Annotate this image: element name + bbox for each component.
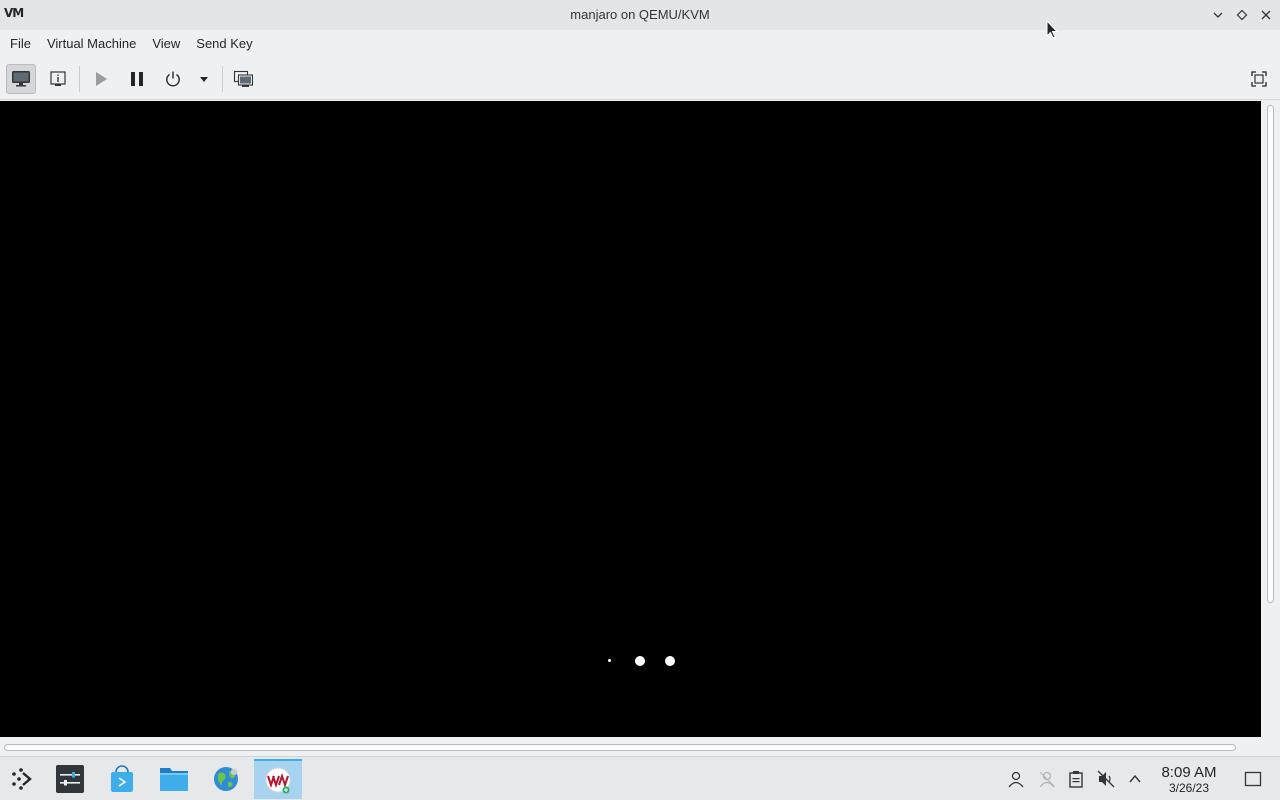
chevron-down-icon [1213,12,1223,18]
folder-icon [160,768,188,791]
window-titlebar[interactable]: VM manjaro on QEMU/KVM [0,0,1280,30]
tray-kde-connect-icon[interactable] [1037,769,1057,789]
power-icon [166,71,180,87]
taskbar-virt-manager[interactable] [254,759,302,799]
volume-muted-icon [1097,770,1115,788]
details-view-button[interactable] [43,64,73,94]
clock-date: 3/26/23 [1168,781,1210,795]
globe-icon [214,767,238,791]
fullscreen-icon [1251,71,1267,87]
taskbar-discover[interactable] [100,759,144,799]
monitor-icon [12,71,30,87]
taskbar-file-manager[interactable] [152,759,196,799]
shutdown-menu-button[interactable] [192,64,216,94]
horizontal-scrollbar[interactable] [0,737,1280,756]
fullscreen-button[interactable] [1244,64,1274,94]
menu-file[interactable]: File [2,32,39,56]
pause-icon [131,72,143,86]
play-icon [96,72,107,86]
toolbar-separator [222,66,223,92]
tray-user-icon[interactable] [1006,769,1026,789]
info-icon [50,71,66,86]
people-disabled-icon [1039,771,1055,788]
minimize-button[interactable] [1208,5,1228,25]
show-desktop-icon [1244,771,1262,787]
vertical-scrollbar-thumb[interactable] [1267,105,1274,603]
snapshots-icon [233,70,254,87]
user-icon [1008,771,1024,788]
menu-view[interactable]: View [144,32,188,56]
caret-down-icon [200,77,208,82]
virt-manager-icon [265,767,291,794]
chevron-up-icon [1129,774,1141,783]
settings-icon [56,765,84,793]
snapshots-button[interactable] [229,64,259,94]
menu-send-key[interactable]: Send Key [188,32,260,56]
diamond-icon [1236,9,1248,21]
boot-spinner-dot [608,659,611,662]
console-view-button[interactable] [6,64,36,94]
mouse-cursor-icon [1046,20,1058,39]
shopping-bag-icon [111,765,133,792]
boot-spinner-dot [665,656,675,666]
digital-clock[interactable]: 8:09 AM 3/26/23 [1152,764,1226,796]
clock-time: 8:09 AM [1161,764,1217,781]
boot-spinner-dot [635,656,645,666]
taskbar: 8:09 AM 3/26/23 [0,756,1280,800]
launcher-icon [12,768,32,790]
taskbar-system-settings[interactable] [48,759,92,799]
toolbar-separator [79,66,80,92]
maximize-button[interactable] [1232,5,1252,25]
close-icon [1261,10,1271,20]
close-button[interactable] [1256,5,1276,25]
shutdown-button[interactable] [158,64,188,94]
menu-bar: File Virtual Machine View Send Key [0,30,1280,58]
vm-console-display[interactable] [0,101,1261,737]
pause-button[interactable] [122,64,152,94]
menu-virtual-machine[interactable]: Virtual Machine [39,32,144,56]
taskbar-web-browser[interactable] [204,759,248,799]
toolbar [0,58,1280,100]
horizontal-scrollbar-thumb[interactable] [4,744,1236,751]
vertical-scrollbar[interactable] [1261,101,1280,737]
run-button[interactable] [86,64,116,94]
tray-expand-button[interactable] [1125,769,1145,789]
window-title: manjaro on QEMU/KVM [570,7,710,22]
tray-clipboard-icon[interactable] [1066,769,1086,789]
show-desktop-button[interactable] [1243,769,1263,789]
tray-volume-icon[interactable] [1096,769,1116,789]
clipboard-icon [1069,771,1083,788]
application-launcher-button[interactable] [0,759,44,799]
